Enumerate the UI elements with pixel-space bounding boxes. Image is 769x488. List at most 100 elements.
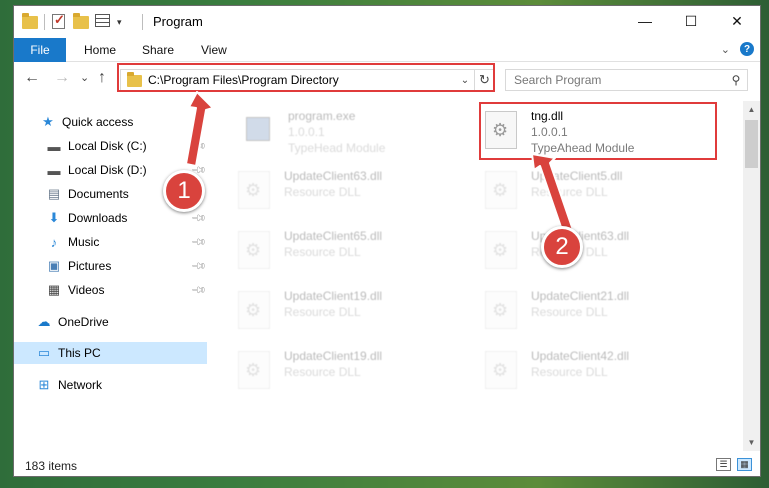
download-icon: ⬇ [48,210,60,225]
file-item[interactable]: UpdateClient5.dll Resource DLL [485,167,725,217]
file-description: Resource DLL [531,305,608,319]
sidebar-item-quick-access[interactable]: ★ Quick access [14,111,207,133]
sidebar-item-this-pc[interactable]: ▭ This PC [14,342,207,364]
window-title: Program [153,14,203,29]
file-item[interactable]: UpdateClient65.dll Resource DLL [238,227,478,277]
title-bar: ▾ Program — ☐ ✕ [14,6,760,38]
sidebar-item-label: Music [68,235,100,249]
sidebar-item-music[interactable]: ♪ Music 📌︎ [14,231,207,253]
details-view-icon[interactable]: ☰ [716,458,731,471]
sidebar-item-label: Pictures [68,259,112,273]
expand-ribbon-chevron-icon[interactable]: ⌄ [721,43,730,56]
file-description: Resource DLL [531,365,608,379]
search-input[interactable] [514,73,725,87]
drive-icon: ▬ [47,138,61,154]
file-name: UpdateClient19.dll [284,349,383,363]
sidebar-item-videos[interactable]: ▦ Videos 📌︎ [14,279,207,301]
address-bar-highlight [117,63,495,92]
close-button[interactable]: ✕ [714,6,760,36]
cloud-icon: ☁ [37,314,51,329]
tab-file[interactable]: File [14,38,66,62]
properties-icon[interactable] [51,12,67,30]
status-bar: 183 items ☰ ▦ [14,454,760,476]
tng-dll-highlight [479,102,717,160]
dll-file-icon [238,351,270,389]
file-item[interactable]: program.exe 1.0.0.1 TypeHead Module [242,107,482,157]
exe-file-icon [242,113,274,145]
sidebar-item-label: Quick access [62,115,134,129]
tab-share[interactable]: Share [142,43,174,57]
file-version: 1.0.0.1 [288,125,325,139]
sidebar-item-label: Local Disk (D:) [68,163,147,177]
pin-icon[interactable]: 📌︎ [190,282,207,299]
maximize-button[interactable]: ☐ [668,6,714,36]
pin-icon[interactable]: 📌︎ [190,234,207,251]
file-name: UpdateClient63.dll [284,169,383,183]
dll-file-icon [238,171,270,209]
tab-home[interactable]: Home [84,43,116,57]
pc-icon: ▭ [37,345,51,360]
dll-file-icon [238,231,270,269]
documents-icon: ▤ [47,186,61,201]
sidebar-item-pictures[interactable]: ▣ Pictures 📌︎ [14,255,207,277]
file-name: UpdateClient42.dll [531,349,630,363]
pin-icon[interactable]: 📌︎ [190,138,207,155]
file-item[interactable]: UpdateClient63.dll Resource DLL [485,227,725,277]
view-options-icon[interactable] [95,14,111,30]
customize-toolbar-chevron-icon[interactable]: ▾ [117,17,122,28]
scrollbar-thumb[interactable] [745,120,758,168]
network-icon: ⊞ [38,377,50,392]
dll-file-icon [485,171,517,209]
file-item[interactable]: UpdateClient21.dll Resource DLL [485,287,725,337]
file-item[interactable]: UpdateClient19.dll Resource DLL [238,347,478,397]
music-icon: ♪ [50,234,58,250]
new-folder-icon[interactable] [73,13,89,30]
pin-icon[interactable]: 📌︎ [190,210,207,227]
forward-button[interactable]: → [54,69,70,87]
sidebar-item-local-disk-c[interactable]: ▬ Local Disk (C:) 📌︎ [14,135,208,157]
up-button[interactable]: ↑ [98,69,106,87]
file-item[interactable]: UpdateClient42.dll Resource DLL [485,347,725,397]
sidebar-item-label: Network [58,378,103,392]
dll-file-icon [238,291,270,329]
dll-file-icon [485,351,517,389]
folder-icon [22,13,38,30]
recent-locations-icon[interactable]: ⌄ [80,71,89,84]
file-item[interactable]: UpdateClient19.dll Resource DLL [238,287,478,337]
file-item[interactable]: UpdateClient63.dll Resource DLL [238,167,478,217]
file-name: program.exe [288,109,356,123]
dll-file-icon [485,231,517,269]
file-description: Resource DLL [531,185,608,199]
dll-file-icon [485,291,517,329]
sidebar-item-label: Downloads [68,211,128,225]
large-icons-view-icon[interactable]: ▦ [737,458,752,471]
sidebar-item-label: Videos [68,283,105,297]
sidebar-item-label: This PC [58,346,101,360]
file-name: UpdateClient19.dll [284,289,383,303]
star-icon: ★ [42,114,54,129]
sidebar-item-onedrive[interactable]: ☁ OneDrive [14,311,207,333]
drive-icon: ▬ [47,162,61,178]
file-description: Resource DLL [284,305,361,319]
file-description: Resource DLL [284,185,361,199]
pin-icon[interactable]: 📌︎ [190,258,207,275]
sidebar-item-label: Documents [68,187,129,201]
pictures-icon: ▣ [47,258,61,273]
tab-view[interactable]: View [201,43,227,57]
file-name: UpdateClient21.dll [531,289,630,303]
ribbon-tabs: File Home Share View ⌄ ? [14,38,760,62]
scroll-down-icon[interactable]: ▼ [743,434,760,451]
back-button[interactable]: ← [24,69,40,87]
file-description: Resource DLL [284,245,361,259]
search-icon[interactable]: ⚲ [725,73,747,87]
item-count: 183 items [25,459,78,473]
file-name: UpdateClient5.dll [531,169,623,183]
step-badge-1: 1 [163,170,205,212]
search-box[interactable]: ⚲ [505,69,748,91]
scroll-up-icon[interactable]: ▲ [743,101,760,118]
vertical-scrollbar[interactable]: ▲ ▼ [743,101,760,451]
help-icon[interactable]: ? [740,42,754,56]
sidebar-item-label: Local Disk (C:) [68,139,147,153]
minimize-button[interactable]: — [622,6,668,36]
sidebar-item-network[interactable]: ⊞ Network [14,374,207,396]
